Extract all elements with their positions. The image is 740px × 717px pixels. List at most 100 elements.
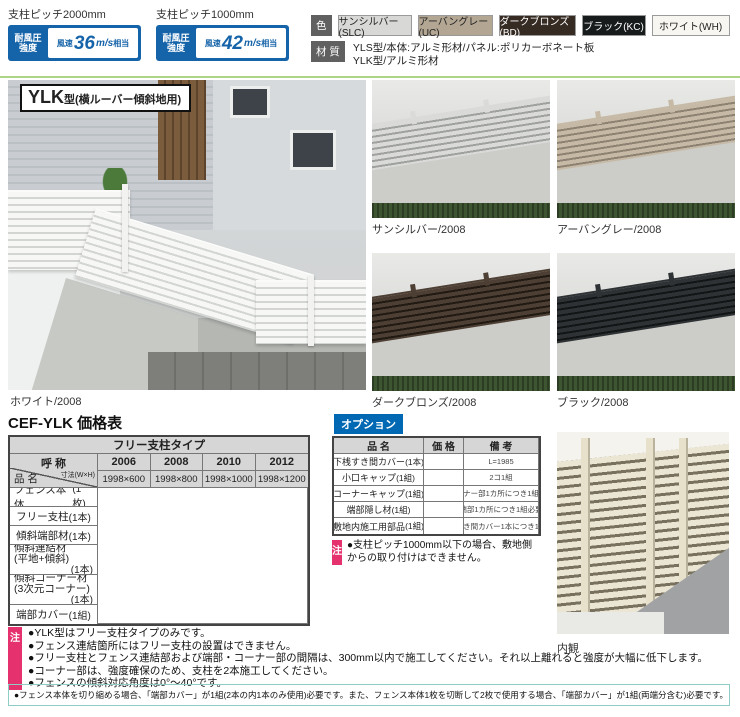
photo-caption: ブラック/2008 [557,394,629,410]
series-title-desc: 型(横ルーバー傾斜地用) [64,91,181,107]
row-label-fence-body: フェンス本体(1枚) [10,488,98,507]
note-line: ●フリー支柱とフェンス連結部および端部・コーナー部の間隔は、300mm以内で施工… [28,652,708,665]
wind-strength-badge: 耐風圧 強度 風速 42 m/s 相当 [156,25,289,61]
row-label-slope-end: 傾斜端部材(1本) [10,526,98,545]
color-label: 色 [311,15,332,36]
main-photo-white-fence: YLK型(横ルーバー傾斜地用) [8,80,366,390]
wind-badge-2000: 支柱ピッチ2000mm 耐風圧 強度 風速 36 m/s 相当 [8,6,141,61]
size-header: 1998×1200 [256,471,309,488]
pitch-label: 支柱ピッチ1000mm [156,6,289,22]
fence-post [411,111,418,125]
column-header: 2012 [256,454,309,471]
fence-post [581,438,590,616]
size-header: 1998×600 [98,471,151,488]
material-text: YLS型/本体:アルミ形材/パネル:ポリカーボネート板 YLK型/アルミ形材 [353,41,594,68]
photo-caption: サンシルバー/2008 [372,221,466,237]
price-table-heading: CEF-YLK 価格表 [8,412,122,433]
options-table: 品 名 価 格 備 考 下桟すき間カバー(1本) L=1985 小口キャップ(1… [332,436,541,536]
note-text: ●YLK型はフリー支柱タイプのみです。 ●フェンス連結箇所にはフリー支柱の設置は… [28,627,708,690]
photo-darkbronze [372,253,550,391]
row-label-slope-corner: 傾斜コーナー材(3次元コーナー)(1本) [10,575,98,605]
option-row-remark: 下桟すき間カバー1本につき1組必要 [464,518,539,534]
fence-post [411,284,418,298]
photo-caption: アーバングレー/2008 [557,221,661,237]
greenery [557,203,735,218]
options-col-price: 価 格 [424,438,464,454]
options-note: 注 ●支柱ピッチ1000mm以下の場合、敷地側からの取り付けはできません。 [332,540,537,565]
wind-badge-1000: 支柱ピッチ1000mm 耐風圧 強度 風速 42 m/s 相当 [156,6,289,61]
interior-caption: 内観 [557,640,579,656]
series-title: YLK型(横ルーバー傾斜地用) [20,84,191,112]
fence-post [596,284,603,298]
option-row-name: 敷地内施工用部品(1組) [334,518,424,534]
wind-strength-label: 耐風圧 強度 [8,25,48,61]
pavement [148,352,366,390]
option-row-price [424,470,464,486]
color-chip-white: ホワイト(WH) [652,15,730,36]
option-row-name: 小口キャップ(1組) [334,470,424,486]
option-row-price [424,518,464,534]
photo-urbangray [557,80,735,218]
fence-post [596,111,603,125]
color-chip-urbangray: アーバングレー(UC) [418,15,493,36]
fence-post [484,273,491,287]
fence-post [484,100,491,114]
option-row-name: コーナーキャップ(1組) [334,486,424,502]
note-line: ●コーナー部は、強度確保のため、支柱を2本施工してください。 [28,665,708,678]
section-divider [0,76,740,78]
walkway [557,612,664,634]
fence-post [646,438,655,616]
color-chip-darkbronze: ダークブロンズ(BD) [499,15,576,36]
row-label-free-post: フリー支柱(1本) [10,507,98,526]
fence-post [122,184,128,272]
wind-pressure-badges: 支柱ピッチ2000mm 耐風圧 強度 風速 36 m/s 相当 支柱ピッチ100… [8,6,289,61]
pitch-label: 支柱ピッチ2000mm [8,6,141,22]
note-badge: 注 [332,540,342,565]
options-note-text: ●支柱ピッチ1000mm以下の場合、敷地側からの取り付けはできません。 [347,540,537,565]
option-row-remark: L=1985 [464,454,539,470]
option-row-remark: 端部1カ所につき1組必要 [464,502,539,518]
option-row-price [424,502,464,518]
option-row-remark: コーナー部1カ所につき1組必要 [464,486,539,502]
fence-post [669,100,676,114]
window [230,86,270,118]
photo-caption: ダークブロンズ/2008 [372,394,476,410]
options-col-remarks: 備 考 [464,438,539,454]
window [290,130,336,170]
photo-sunsilver [372,80,550,218]
note-badge: 注 [8,627,22,690]
option-row-name: 端部隠し材(1組) [334,502,424,518]
wind-strength-badge: 耐風圧 強度 風速 36 m/s 相当 [8,25,141,61]
column-header: 2010 [203,454,256,471]
material-label: 材 質 [311,41,345,62]
size-header: 1998×1000 [203,471,256,488]
color-options-row: 色 サンシルバー(SLC) アーバングレー(UC) ダークブロンズ(BD) ブラ… [311,15,730,36]
wind-strength-label: 耐風圧 強度 [156,25,196,61]
greenery [557,376,735,391]
main-photo-caption: ホワイト/2008 [10,393,82,409]
fence-post [308,276,314,346]
series-title-code: YLK [28,87,64,108]
options-col-name: 品 名 [334,438,424,454]
price-table: フリー支柱タイプ 呼 称 寸法(W×H) 品 名 2006 2008 2010 … [8,435,310,626]
catalog-page: 支柱ピッチ2000mm 耐風圧 強度 風速 36 m/s 相当 支柱ピッチ100… [0,0,740,717]
column-header: 2008 [151,454,204,471]
material-row: 材 質 YLS型/本体:アルミ形材/パネル:ポリカーボネート板 YLK型/アルミ… [311,41,594,68]
wind-speed-value: 風速 42 m/s 相当 [196,28,286,58]
price-table-type-header: フリー支柱タイプ [10,437,308,454]
note-line: ●フェンス連結箇所にはフリー支柱の設置はできません。 [28,640,708,653]
fence-post [669,273,676,287]
row-label-slope-joint: 傾斜連結材(平地+傾斜)(1本) [10,545,98,575]
price-values-area [98,488,308,624]
greenery [372,203,550,218]
photo-black [557,253,735,391]
interior-photo [557,432,729,634]
greenery [372,376,550,391]
color-chip-sunsilver: サンシルバー(SLC) [338,15,412,36]
footer-note: ●フェンス本体を切り縮める場合、「端部カバー」が1組(2本の内1本のみ使用)必要… [8,684,730,706]
option-row-price [424,454,464,470]
wind-speed-value: 風速 36 m/s 相当 [48,28,138,58]
options-badge: オプション [334,414,403,434]
size-header: 1998×800 [151,471,204,488]
color-chip-black: ブラック(KC) [582,15,646,36]
